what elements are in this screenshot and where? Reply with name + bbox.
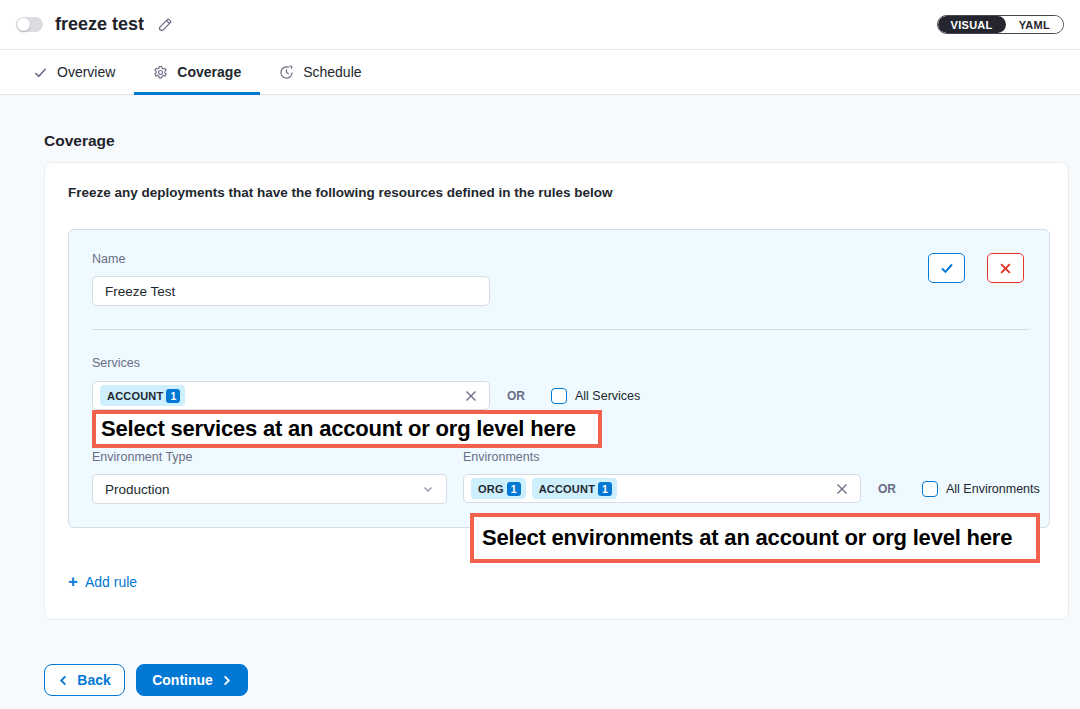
tab-coverage-label: Coverage <box>177 64 241 80</box>
footer-actions: Back Continue <box>44 664 1069 696</box>
tag-count-badge: 1 <box>598 482 612 496</box>
tab-schedule-label: Schedule <box>303 64 361 80</box>
tag-count-badge: 1 <box>507 482 521 496</box>
tab-schedule[interactable]: Schedule <box>260 50 380 94</box>
back-label: Back <box>77 672 110 688</box>
services-label: Services <box>92 356 1029 371</box>
visual-mode-button[interactable]: VISUAL <box>938 16 1006 33</box>
delete-rule-button[interactable] <box>987 253 1024 283</box>
name-input[interactable]: Freeze Test <box>92 276 490 306</box>
yaml-mode-button[interactable]: YAML <box>1006 16 1063 33</box>
services-or-text: OR <box>507 389 525 403</box>
environment-type-label: Environment Type <box>92 450 447 465</box>
name-label: Name <box>92 252 490 267</box>
environment-type-select[interactable]: Production <box>92 474 447 504</box>
environment-tag-org[interactable]: ORG 1 <box>471 478 526 499</box>
tab-bar: Overview Coverage Schedule <box>0 50 1080 95</box>
continue-label: Continue <box>152 672 213 688</box>
chevron-down-icon <box>422 483 434 495</box>
add-rule-button[interactable]: + Add rule <box>68 573 137 590</box>
environment-tag-account[interactable]: ACCOUNT 1 <box>532 478 617 499</box>
plus-icon: + <box>68 573 78 590</box>
schedule-clock-icon <box>279 65 294 80</box>
gear-icon <box>153 65 168 80</box>
environments-or-text: OR <box>878 482 896 496</box>
edit-title-icon[interactable] <box>157 17 173 33</box>
back-button[interactable]: Back <box>44 664 125 696</box>
tag-label: ACCOUNT <box>107 390 163 402</box>
visual-yaml-toggle[interactable]: VISUAL YAML <box>937 15 1065 34</box>
confirm-rule-button[interactable] <box>928 253 965 283</box>
clear-services-icon[interactable] <box>465 390 477 402</box>
intro-text: Freeze any deployments that have the fol… <box>68 185 1047 200</box>
service-tag-account[interactable]: ACCOUNT 1 <box>100 385 185 406</box>
all-environments-checkbox[interactable] <box>922 481 938 497</box>
services-input[interactable]: ACCOUNT 1 <box>92 381 490 410</box>
check-icon <box>33 65 48 80</box>
header: freeze test VISUAL YAML <box>0 0 1080 50</box>
page-title: freeze test <box>55 14 144 35</box>
add-rule-label: Add rule <box>85 574 137 590</box>
tag-label: ORG <box>478 483 504 495</box>
coverage-page: Coverage Freeze any deployments that hav… <box>0 95 1080 709</box>
name-value: Freeze Test <box>105 284 175 299</box>
annotation-environments: Select environments at an account or org… <box>470 513 1040 563</box>
tab-overview-label: Overview <box>57 64 115 80</box>
tag-label: ACCOUNT <box>539 483 595 495</box>
environments-input[interactable]: ORG 1 ACCOUNT 1 <box>463 474 861 503</box>
all-environments-label: All Environments <box>946 482 1040 496</box>
all-services-checkbox[interactable] <box>551 388 567 404</box>
tab-overview[interactable]: Overview <box>14 50 134 94</box>
tab-coverage[interactable]: Coverage <box>134 50 260 94</box>
all-services-label: All Services <box>575 389 640 403</box>
clear-environments-icon[interactable] <box>836 483 848 495</box>
continue-button[interactable]: Continue <box>136 664 248 696</box>
annotation-services: Select services at an account or org lev… <box>92 410 602 448</box>
environment-type-value: Production <box>105 482 170 497</box>
coverage-card: Freeze any deployments that have the fol… <box>44 162 1069 620</box>
freeze-enable-toggle[interactable] <box>16 17 43 32</box>
divider <box>92 329 1029 330</box>
section-heading: Coverage <box>44 132 1069 150</box>
environments-label: Environments <box>463 450 1040 465</box>
tag-count-badge: 1 <box>166 389 180 403</box>
rule-panel: Name Freeze Test Services ACCOUN <box>68 229 1050 528</box>
